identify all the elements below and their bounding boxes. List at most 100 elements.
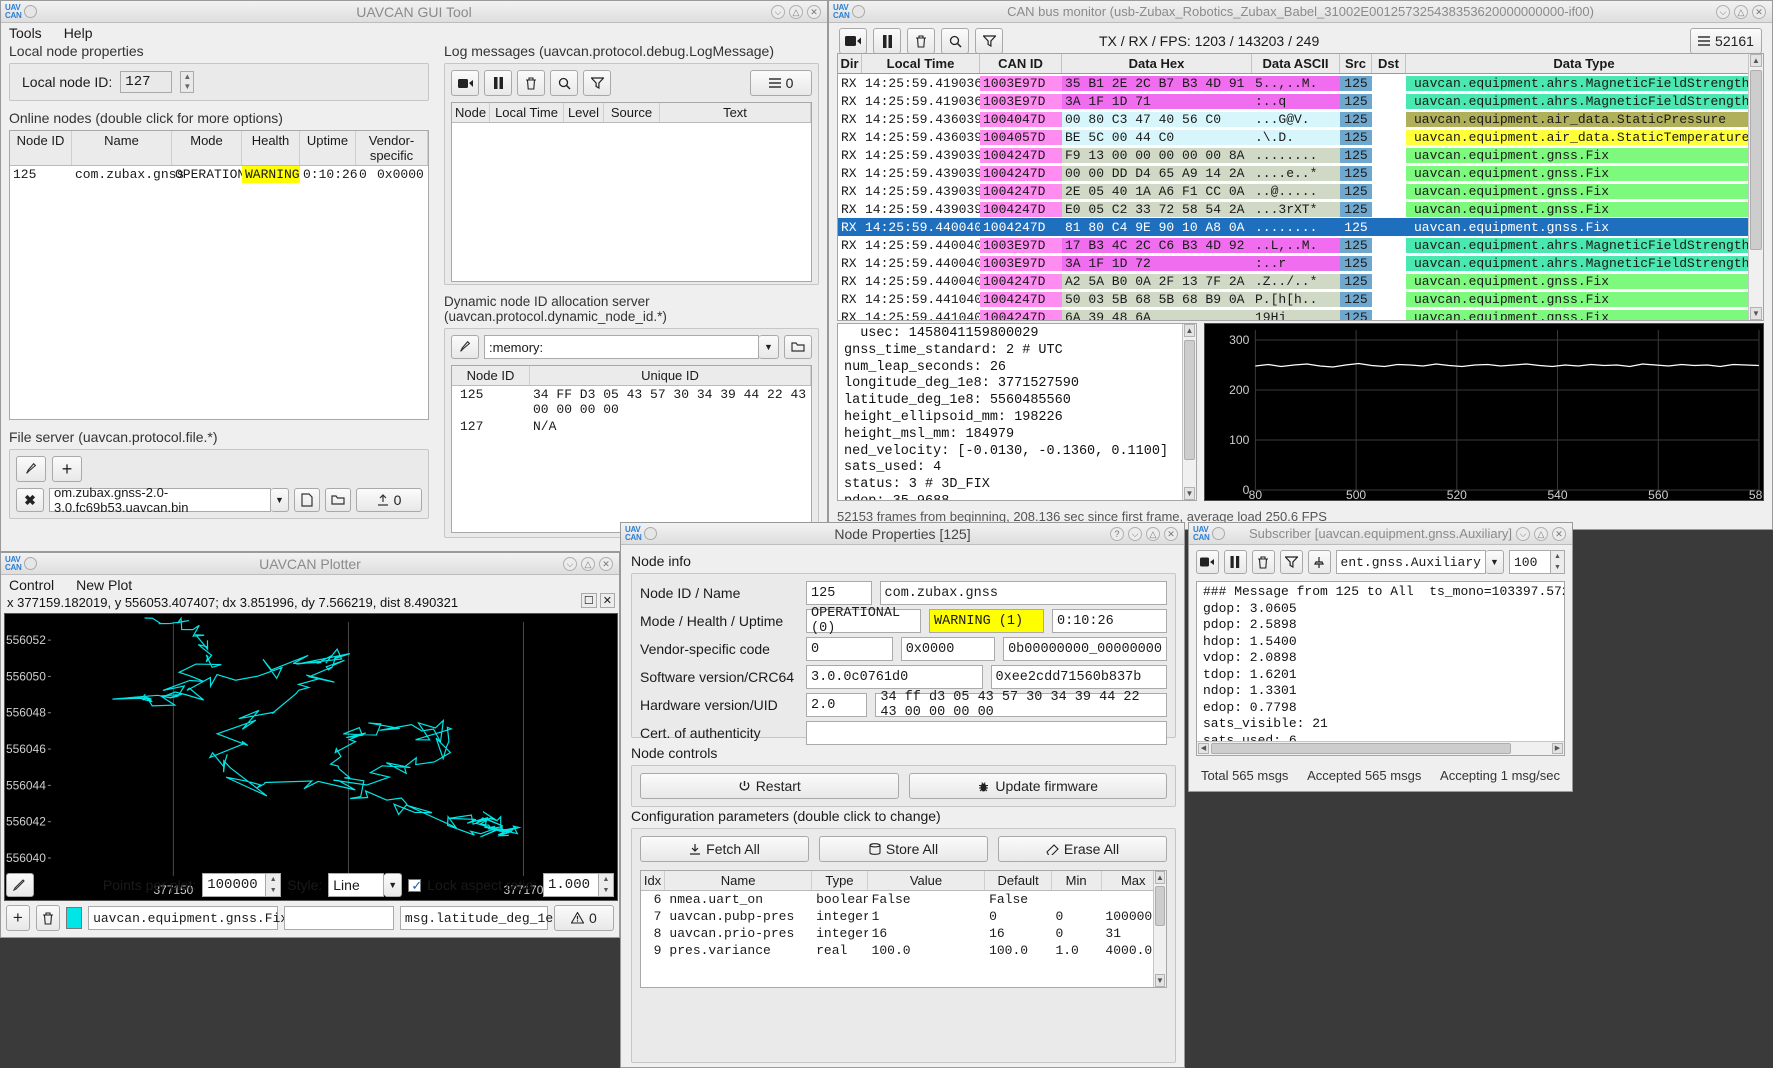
style-dropdown-icon[interactable]: ▼ [384, 873, 403, 897]
can-rows-container[interactable]: RX 14:25:59.419036 1003E97D 35 B1 2E 2C B7 … [838, 74, 1763, 320]
sub-pin-button[interactable] [1307, 550, 1331, 574]
node-info-value-2[interactable]: 0x0000 [900, 637, 996, 661]
plotter-canvas[interactable]: 556040 556042 556044 556046 556048 556050 5560… [4, 613, 618, 901]
table-row[interactable]: RX 14:25:59.440040 1004247D 81 80 C4 9E 90 … [838, 218, 1763, 236]
minimize-button[interactable]: ⌵ [563, 556, 577, 571]
can-clear-button[interactable] [907, 28, 935, 54]
node-info-value-3[interactable]: 0:10:26 [1052, 609, 1167, 633]
points-per-plot-input[interactable]: 100000 [202, 873, 267, 897]
menu-control[interactable]: Control [9, 577, 54, 593]
help-button[interactable]: ? [1110, 526, 1124, 541]
param-table-scrollbar[interactable]: ▲ ▼ [1153, 871, 1166, 987]
node-info-value-2[interactable]: 34 ff d3 05 43 57 30 34 39 44 22 43 00 0… [875, 690, 1167, 720]
file-server-path-input[interactable]: om.zubax.gnss-2.0-3.0.fc69b53.uavcan.bin [49, 485, 271, 515]
can-monitor-titlebar[interactable]: UAV CAN CAN bus monitor (usb-Zubax_Roboti… [829, 1, 1772, 23]
log-record-button[interactable] [451, 70, 479, 96]
window-menu-icon[interactable] [852, 5, 866, 18]
table-row[interactable]: RX 14:25:59.436039 1004057D BE 5C 00 44 C0.… [838, 128, 1763, 146]
delete-expression-button[interactable] [35, 905, 60, 931]
maximize-button[interactable]: △ [789, 4, 803, 19]
table-row[interactable]: RX 14:25:59.441040 1004247D 50 03 5B 68 5B … [838, 290, 1763, 308]
sub-topic-select[interactable]: ent.gnss.Auxiliary [1335, 550, 1486, 574]
table-row[interactable]: 125 34 FF D3 05 43 57 30 34 39 44 22 43 … [452, 386, 811, 418]
close-button[interactable]: ✕ [599, 556, 613, 571]
menu-help[interactable]: Help [64, 25, 93, 41]
maximize-button[interactable]: △ [581, 556, 595, 571]
subscriber-message-panel[interactable]: ### Message from 125 to All ts_mono=1033… [1196, 581, 1565, 756]
expression-y-input[interactable]: msg.latitude_deg_1e8/1e4 [399, 906, 592, 930]
table-row[interactable]: RX 14:25:59.441040 1004247D 6A 39 48 6A 19Hj… [838, 308, 1763, 320]
close-button[interactable]: ✕ [807, 4, 821, 19]
node-properties-titlebar[interactable]: UAV CAN Node Properties [125] ? ⌵ △ ✕ [621, 523, 1184, 545]
table-row[interactable]: 125 com.zubax.gnss OPERATIONAL WARNING 0… [10, 166, 428, 183]
table-row[interactable]: 6 nmea.uart_on boolean False False [641, 891, 1166, 908]
table-row[interactable]: 9 pres.variance real 100.0 100.0 1.0 4000.0 [641, 942, 1166, 959]
can-detail-panel[interactable]: usec: 1458041159800029 gnss_time_standar… [837, 323, 1197, 501]
online-nodes-table[interactable]: Node ID Name Mode Health Uptime Vendor-s… [9, 130, 429, 420]
expression-topic-input[interactable]: uavcan.equipment.gnss.Fix [88, 906, 288, 930]
can-table-scrollbar[interactable]: ▲ ▼ [1748, 54, 1763, 320]
plot-float-button[interactable]: ☐ [580, 593, 597, 608]
can-pause-button[interactable] [873, 28, 901, 54]
local-node-id-spinbox[interactable]: 127 [120, 71, 173, 93]
can-message-table[interactable]: Dir Local Time CAN ID Data Hex Data ASCI… [837, 53, 1764, 321]
erase-all-button[interactable]: Erase All [998, 836, 1167, 862]
series-color-swatch[interactable] [65, 907, 83, 929]
can-counter-button[interactable]: 52161 [1690, 28, 1762, 54]
node-info-value-1[interactable]: 0 [806, 637, 893, 661]
log-pause-button[interactable] [484, 70, 512, 96]
log-count-button[interactable]: 0 [750, 70, 812, 96]
plotter-win-controls[interactable]: ☐ ✕ [580, 593, 615, 608]
scroll-down-arrow[interactable]: ▼ [1750, 307, 1762, 320]
dynamic-alloc-db-dropdown[interactable]: ▼ [759, 335, 779, 359]
file-server-path-dropdown[interactable]: ▼ [271, 488, 289, 512]
menu-tools[interactable]: Tools [9, 25, 42, 41]
sub-clear-button[interactable] [1251, 550, 1275, 574]
scroll-left-arrow[interactable]: ◀ [1198, 743, 1209, 754]
spinner-arrows-icon[interactable]: ▲ ▼ [180, 71, 195, 93]
file-server-add-button[interactable]: + [52, 456, 82, 482]
node-info-value-1[interactable] [806, 721, 1167, 745]
table-row[interactable]: RX 14:25:59.440040 1003E97D 17 B3 4C 2C C6 … [838, 236, 1763, 254]
close-button[interactable]: ✕ [1752, 4, 1766, 19]
style-select[interactable]: Line [328, 873, 385, 897]
plot-close-button[interactable]: ✕ [599, 593, 615, 608]
maximize-button[interactable]: △ [1534, 526, 1548, 541]
table-row[interactable]: 8 uavcan.prio-pres integer 16 16 0 31 [641, 925, 1166, 942]
minimize-button[interactable]: ⌵ [1716, 4, 1730, 19]
node-info-value-1[interactable]: 3.0.0c0761d0 [806, 665, 983, 689]
scroll-thumb[interactable] [1211, 743, 1511, 754]
expression-warning-button[interactable]: 0 [553, 905, 614, 931]
plotter-titlebar[interactable]: UAV CAN UAVCAN Plotter ⌵ △ ✕ [1, 553, 619, 575]
scroll-thumb[interactable] [1750, 70, 1762, 250]
add-expression-button[interactable]: + [6, 905, 30, 931]
node-info-value-1[interactable]: 125 [806, 581, 872, 605]
sub-record-button[interactable] [1196, 550, 1219, 574]
dynamic-alloc-start-button[interactable] [451, 335, 479, 359]
minimize-button[interactable]: ⌵ [1516, 526, 1530, 541]
window-menu-icon[interactable] [24, 5, 38, 18]
close-button[interactable]: ✕ [1164, 526, 1178, 541]
subscriber-titlebar[interactable]: UAV CAN Subscriber [uavcan.equipment.gnss… [1189, 523, 1572, 545]
maximize-button[interactable]: △ [1734, 4, 1748, 19]
sub-rate-spinner-icon[interactable]: ▲ ▼ [1550, 550, 1565, 574]
log-messages-table[interactable]: Node Local Time Level Source Text [451, 102, 812, 282]
table-row[interactable]: 127 N/A [452, 418, 811, 435]
table-row[interactable]: RX 14:25:59.419036 1003E97D 35 B1 2E 2C B7 … [838, 74, 1763, 92]
table-row[interactable]: RX 14:25:59.439039 1004247D E0 05 C2 33 72 … [838, 200, 1763, 218]
can-record-button[interactable] [839, 28, 867, 54]
minimize-button[interactable]: ⌵ [1128, 526, 1142, 541]
node-info-value-2[interactable]: com.zubax.gnss [879, 581, 1167, 605]
sub-pause-button[interactable] [1223, 550, 1247, 574]
scroll-up-arrow[interactable]: ▲ [1155, 871, 1165, 884]
file-server-start-button[interactable] [16, 456, 46, 482]
log-clear-button[interactable] [517, 70, 545, 96]
window-menu-icon[interactable] [1212, 527, 1226, 540]
node-info-value-1[interactable]: OPERATIONAL (0) [806, 606, 921, 636]
node-info-value-2[interactable]: WARNING (1) [929, 609, 1044, 633]
subscriber-hscrollbar[interactable]: ◀ ▶ [1197, 741, 1564, 755]
store-all-button[interactable]: Store All [819, 836, 988, 862]
window-menu-icon[interactable] [24, 557, 38, 570]
aspect-spinner-icon[interactable]: ▲ ▼ [599, 873, 614, 897]
param-rows-container[interactable]: 6 nmea.uart_on boolean False False 7 uavcan.pu… [641, 891, 1166, 959]
